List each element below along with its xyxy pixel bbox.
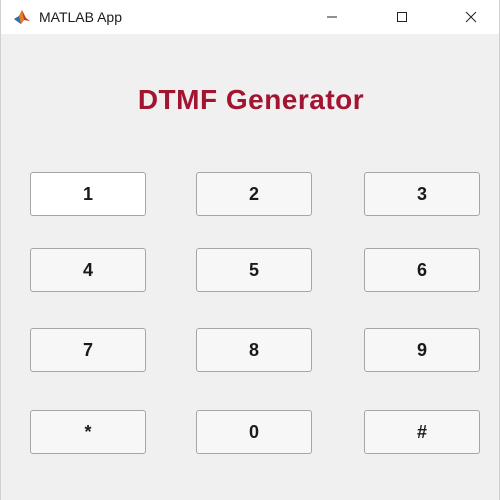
title-bar[interactable]: MATLAB App bbox=[1, 0, 499, 34]
close-button[interactable] bbox=[448, 0, 494, 34]
key-3-button[interactable]: 3 bbox=[364, 172, 480, 216]
window-title: MATLAB App bbox=[39, 9, 123, 25]
key-1-button[interactable]: 1 bbox=[30, 172, 146, 216]
key-7-button[interactable]: 7 bbox=[30, 328, 146, 372]
key-8-button[interactable]: 8 bbox=[196, 328, 312, 372]
app-window: MATLAB App DTMF Generator 1 2 3 4 5 6 7 … bbox=[0, 0, 500, 500]
minimize-icon bbox=[326, 11, 338, 23]
key-hash-button[interactable]: # bbox=[364, 410, 480, 454]
app-heading: DTMF Generator bbox=[137, 84, 365, 115]
key-9-button[interactable]: 9 bbox=[364, 328, 480, 372]
maximize-button[interactable] bbox=[379, 0, 425, 34]
key-4-button[interactable]: 4 bbox=[30, 248, 146, 292]
matlab-logo-icon bbox=[13, 9, 31, 25]
close-icon bbox=[465, 11, 477, 23]
key-0-button[interactable]: 0 bbox=[196, 410, 312, 454]
key-5-button[interactable]: 5 bbox=[196, 248, 312, 292]
key-2-button[interactable]: 2 bbox=[196, 172, 312, 216]
key-star-button[interactable]: * bbox=[30, 410, 146, 454]
maximize-icon bbox=[396, 11, 408, 23]
minimize-button[interactable] bbox=[309, 0, 355, 34]
key-6-button[interactable]: 6 bbox=[364, 248, 480, 292]
